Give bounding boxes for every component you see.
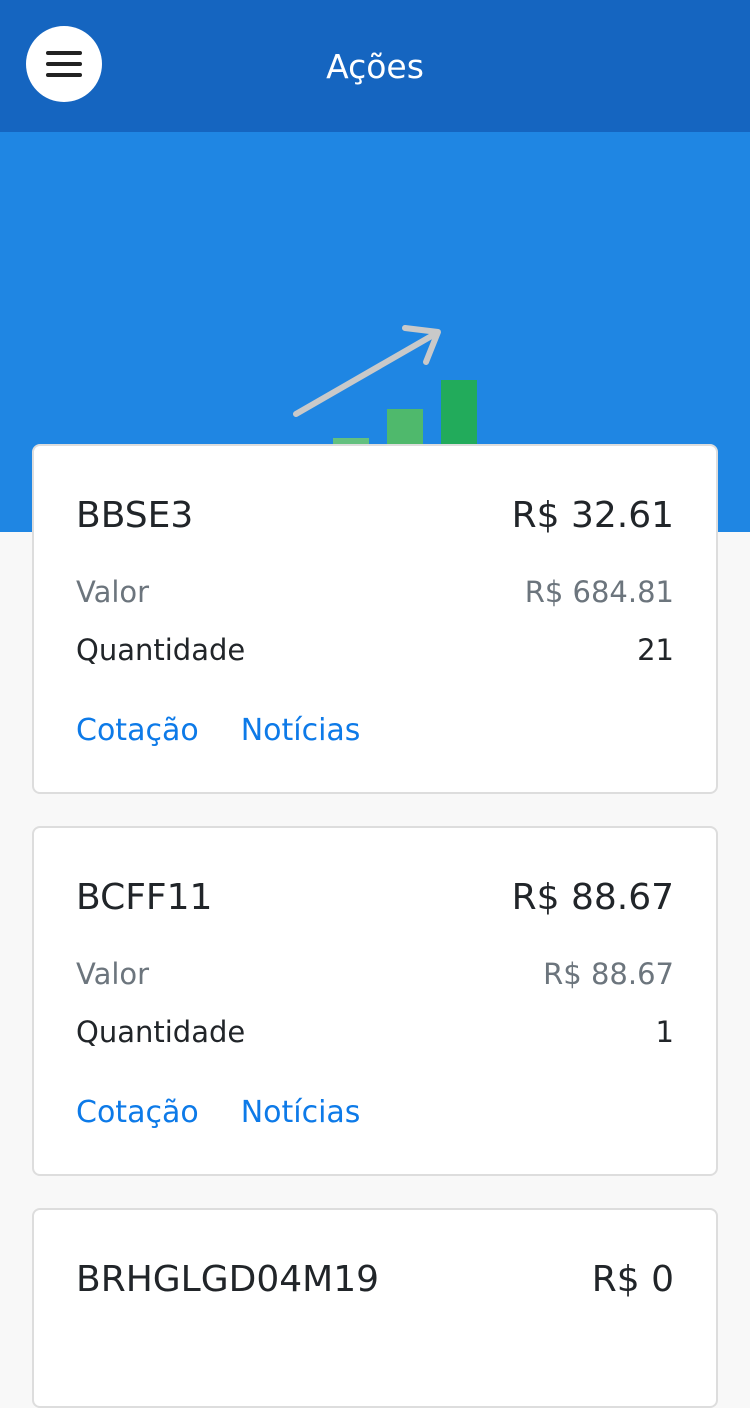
news-link[interactable]: Notícias (241, 713, 361, 748)
stock-price: R$ 32.61 (511, 494, 674, 536)
stock-ticker: BBSE3 (76, 494, 194, 536)
stock-ticker: BCFF11 (76, 876, 213, 918)
stock-price: R$ 88.67 (511, 876, 674, 918)
quantity-row: Quantidade 21 (76, 630, 674, 670)
valor-row: Valor R$ 684.81 (76, 572, 674, 612)
quantity-row: Quantidade 1 (76, 1012, 674, 1052)
quantity-value: 21 (637, 633, 674, 667)
card-links: Cotação Notícias (76, 1092, 402, 1132)
quote-link[interactable]: Cotação (76, 713, 199, 748)
stock-price: R$ 0 (591, 1258, 674, 1300)
card-header: BBSE3 R$ 32.61 (76, 490, 674, 540)
page-title: Ações (326, 46, 424, 86)
valor-value: R$ 684.81 (524, 575, 674, 609)
valor-label: Valor (76, 957, 150, 991)
card-header: BRHGLGD04M19 R$ 0 (76, 1254, 674, 1304)
quantity-value: 1 (655, 1015, 674, 1049)
stock-card: BRHGLGD04M19 R$ 0 (32, 1208, 718, 1408)
card-header: BCFF11 R$ 88.67 (76, 872, 674, 922)
stock-card: BBSE3 R$ 32.61 Valor R$ 684.81 Quantidad… (32, 444, 718, 794)
valor-value: R$ 88.67 (543, 957, 674, 991)
quantity-label: Quantidade (76, 1015, 246, 1049)
valor-row: Valor R$ 88.67 (76, 954, 674, 994)
quote-link[interactable]: Cotação (76, 1095, 199, 1130)
quantity-label: Quantidade (76, 633, 246, 667)
valor-label: Valor (76, 575, 150, 609)
card-links: Cotação Notícias (76, 710, 402, 750)
stock-card: BCFF11 R$ 88.67 Valor R$ 88.67 Quantidad… (32, 826, 718, 1176)
stock-ticker: BRHGLGD04M19 (76, 1258, 380, 1300)
app-header: Ações (0, 0, 750, 132)
news-link[interactable]: Notícias (241, 1095, 361, 1130)
